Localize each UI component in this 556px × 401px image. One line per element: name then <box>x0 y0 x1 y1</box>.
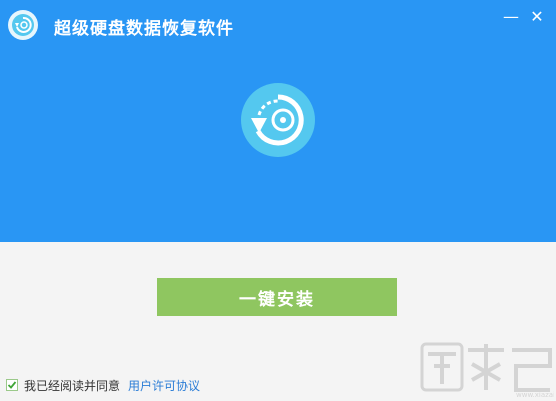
one-click-install-button[interactable]: 一键安装 <box>157 278 397 316</box>
app-logo-icon <box>8 10 38 40</box>
svg-text:www.xiazaiba.com: www.xiazaiba.com <box>516 391 554 398</box>
close-button[interactable]: ✕ <box>528 8 546 26</box>
license-agreement-link[interactable]: 用户许可协议 <box>128 377 200 394</box>
check-icon <box>7 381 17 389</box>
recovery-logo-icon <box>241 83 315 157</box>
watermark-logo: www.xiazaiba.com <box>420 342 554 398</box>
agreement-checkbox[interactable] <box>6 379 18 391</box>
window-title: 超级硬盘数据恢复软件 <box>54 19 234 39</box>
header-banner: 超级硬盘数据恢复软件 — ✕ <box>0 0 556 242</box>
agreement-row: 我已经阅读并同意 用户许可协议 <box>6 377 200 393</box>
agreement-text: 我已经阅读并同意 <box>24 378 121 393</box>
minimize-button[interactable]: — <box>502 8 520 26</box>
